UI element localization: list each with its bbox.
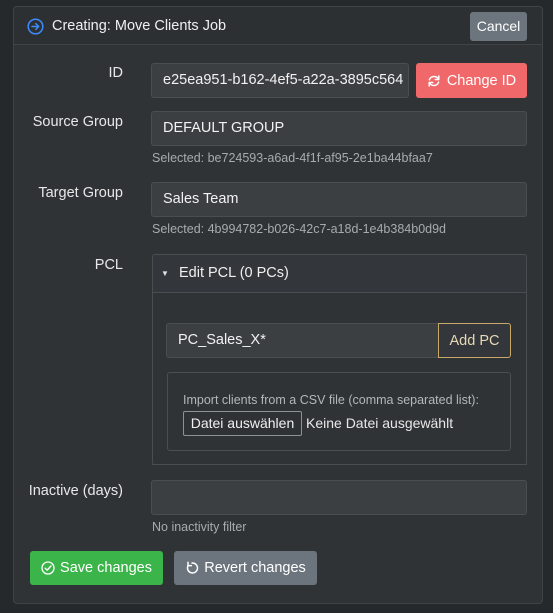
id-label: ID <box>108 65 124 81</box>
target-group-label: Target Group <box>38 185 123 201</box>
choose-file-button[interactable]: Datei auswählen <box>183 411 302 436</box>
refresh-icon <box>427 74 441 88</box>
panel-header: Creating: Move Clients Job Cancel <box>14 7 542 45</box>
pc-name-input[interactable]: PC_Sales_X* <box>166 323 438 358</box>
caret-down-icon: ▼ <box>161 269 169 278</box>
page-title: Creating: Move Clients Job <box>52 18 227 34</box>
csv-import-label: Import clients from a CSV file (comma se… <box>183 393 479 407</box>
file-status: Keine Datei ausgewählt <box>306 415 454 431</box>
id-field[interactable]: e25ea951-b162-4ef5-a22a-3895c564 <box>151 63 409 98</box>
source-group-field[interactable]: DEFAULT GROUP <box>151 111 527 146</box>
save-button[interactable]: Save changes <box>30 551 163 585</box>
source-group-help: Selected: be724593-a6ad-4f1f-af95-2e1ba4… <box>152 151 433 165</box>
edit-job-panel: Creating: Move Clients Job Cancel ID e25… <box>13 6 543 604</box>
inactive-days-input[interactable] <box>151 480 527 515</box>
check-circle-icon <box>41 561 55 575</box>
pcl-label: PCL <box>94 257 123 273</box>
revert-label: Revert changes <box>204 560 306 576</box>
inactive-help: No inactivity filter <box>152 520 247 534</box>
change-id-label: Change ID <box>446 72 517 89</box>
pcl-summary-toggle[interactable]: ▼ Edit PCL (0 PCs) <box>153 255 526 293</box>
add-pc-button[interactable]: Add PC <box>438 323 511 358</box>
target-group-help: Selected: 4b994782-b026-42c7-a18d-1e4b38… <box>152 222 447 236</box>
undo-icon <box>185 561 199 575</box>
change-id-button[interactable]: Change ID <box>416 63 527 98</box>
cancel-button[interactable]: Cancel <box>470 12 527 41</box>
target-group-field[interactable]: Sales Team <box>151 182 527 217</box>
arrow-circle-right-icon <box>27 18 44 35</box>
csv-import-box: Import clients from a CSV file (comma se… <box>167 372 511 451</box>
source-group-label: Source Group <box>32 114 123 130</box>
divider <box>152 464 527 465</box>
inactive-label: Inactive (days) <box>28 483 123 499</box>
revert-button[interactable]: Revert changes <box>174 551 317 585</box>
pcl-summary-label: Edit PCL (0 PCs) <box>179 265 289 281</box>
save-label: Save changes <box>60 560 152 576</box>
